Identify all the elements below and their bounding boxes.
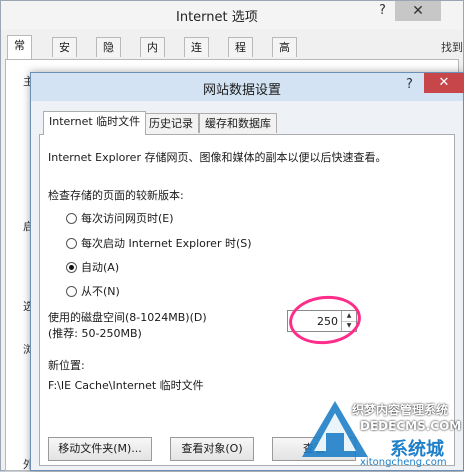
tab-general[interactable]: 常规	[7, 35, 32, 72]
tab-privacy[interactable]: 隐私	[96, 37, 121, 74]
view-objects-button[interactable]: 查看对象(O)	[170, 437, 254, 461]
radio-label: 从不(N)	[81, 285, 120, 298]
tab-history[interactable]: 历史记录	[143, 113, 199, 133]
tab-content[interactable]: 内容	[140, 37, 165, 74]
watermark-line1: 织梦内容管理系统	[352, 403, 449, 417]
disk-space-hint: (推荐: 50-250MB)	[48, 327, 142, 340]
watermark-line2: DEDECMS.COM	[360, 419, 462, 433]
new-location-label: 新位置:	[48, 359, 85, 372]
radio-every-start[interactable]: 每次启动 Internet Explorer 时(S)	[66, 235, 252, 251]
watermark: 织梦内容管理系统 DEDECMS.COM 系统城 xitongcheng.com	[300, 395, 464, 471]
radio-button[interactable]	[66, 212, 77, 224]
tab-advanced[interactable]: 高级	[272, 37, 297, 74]
radio-automatic[interactable]: 自动(A)	[66, 259, 119, 275]
check-versions-label: 检查存储的页面的较新版本:	[48, 189, 184, 202]
back-edge-text-right: 找到	[441, 41, 463, 54]
move-folder-button[interactable]: 移动文件夹(M)...	[48, 437, 152, 461]
radio-button-checked[interactable]	[66, 261, 77, 273]
radio-button[interactable]	[66, 237, 77, 249]
tab-connections[interactable]: 连接	[184, 37, 209, 74]
tab-security[interactable]: 安全	[52, 37, 77, 74]
radio-every-visit[interactable]: 每次访问网页时(E)	[66, 210, 174, 226]
back-close-button[interactable]: ✕	[395, 1, 441, 21]
dialog-help-button[interactable]: ?	[406, 77, 413, 92]
location-path: F:\IE Cache\Internet 临时文件	[48, 379, 204, 392]
disk-space-label: 使用的磁盘空间(8-1024MB)(D)	[48, 311, 207, 324]
tab-caches-databases[interactable]: 缓存和数据库	[199, 113, 277, 133]
radio-button[interactable]	[66, 285, 77, 297]
tab-programs[interactable]: 程序	[228, 37, 253, 74]
back-titlebar: Internet 选项 ? ✕	[1, 1, 463, 29]
tab-temporary-internet-files[interactable]: Internet 临时文件	[43, 111, 147, 135]
dialog-titlebar[interactable]: 网站数据设置 ? ✕	[31, 73, 464, 101]
radio-label: 每次访问网页时(E)	[81, 212, 174, 225]
back-help-button[interactable]: ?	[379, 3, 386, 18]
radio-never[interactable]: 从不(N)	[66, 283, 120, 299]
dialog-title: 网站数据设置	[203, 83, 282, 98]
radio-label: 自动(A)	[81, 261, 120, 274]
watermark-line4: xitongcheng.com	[360, 457, 447, 468]
back-window-title: Internet 选项	[176, 10, 258, 25]
dialog-close-button[interactable]: ✕	[424, 73, 464, 93]
radio-label: 每次启动 Internet Explorer 时(S)	[81, 237, 252, 250]
description-text: Internet Explorer 存储网页、图像和媒体的副本以便以后快速查看。	[48, 151, 387, 164]
